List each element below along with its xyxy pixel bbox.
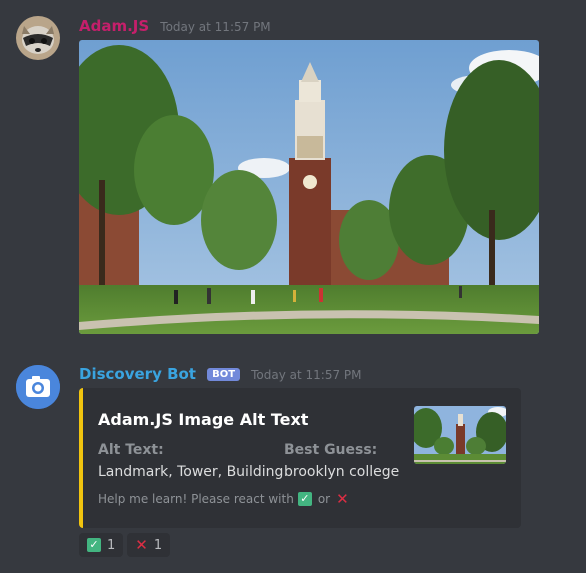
reactions: ✓ 1 ✕ 1 (79, 533, 171, 557)
bot-badge: BOT (207, 368, 241, 381)
embed: Adam.JS Image Alt Text Alt Text: Landmar… (79, 388, 521, 528)
cross-mark-icon: ✕ (336, 490, 349, 508)
field-best-guess-name: Best Guess: (284, 442, 378, 458)
embed-footer: Help me learn! Please react with ✓ or ✕ (98, 490, 349, 508)
field-alt-text-name: Alt Text: (98, 442, 164, 458)
check-mark-icon: ✓ (87, 538, 101, 552)
reaction-count: 1 (153, 537, 163, 553)
embed-title: Adam.JS Image Alt Text (98, 410, 309, 429)
cross-mark-icon: ✕ (135, 536, 148, 554)
field-best-guess-value: brooklyn college (284, 464, 400, 480)
bot-avatar[interactable] (16, 365, 60, 409)
check-mark-icon: ✓ (297, 492, 312, 506)
footer-text: Help me learn! Please react with (98, 492, 294, 506)
reaction-check[interactable]: ✓ 1 (79, 533, 124, 557)
embed-thumbnail[interactable] (414, 406, 506, 464)
timestamp: Today at 11:57 PM (251, 368, 362, 382)
footer-or: or (317, 492, 331, 506)
campus-thumbnail-image (414, 406, 506, 464)
field-alt-text-value: Landmark, Tower, Building (98, 464, 284, 480)
message-discovery-bot: Discovery Bot BOT Today at 11:57 PM Adam… (0, 0, 586, 573)
username[interactable]: Discovery Bot (79, 365, 196, 383)
reaction-cross[interactable]: ✕ 1 (127, 533, 171, 557)
camera-icon (16, 365, 60, 409)
reaction-count: 1 (107, 537, 116, 553)
message-header: Discovery Bot BOT Today at 11:57 PM (79, 364, 362, 383)
